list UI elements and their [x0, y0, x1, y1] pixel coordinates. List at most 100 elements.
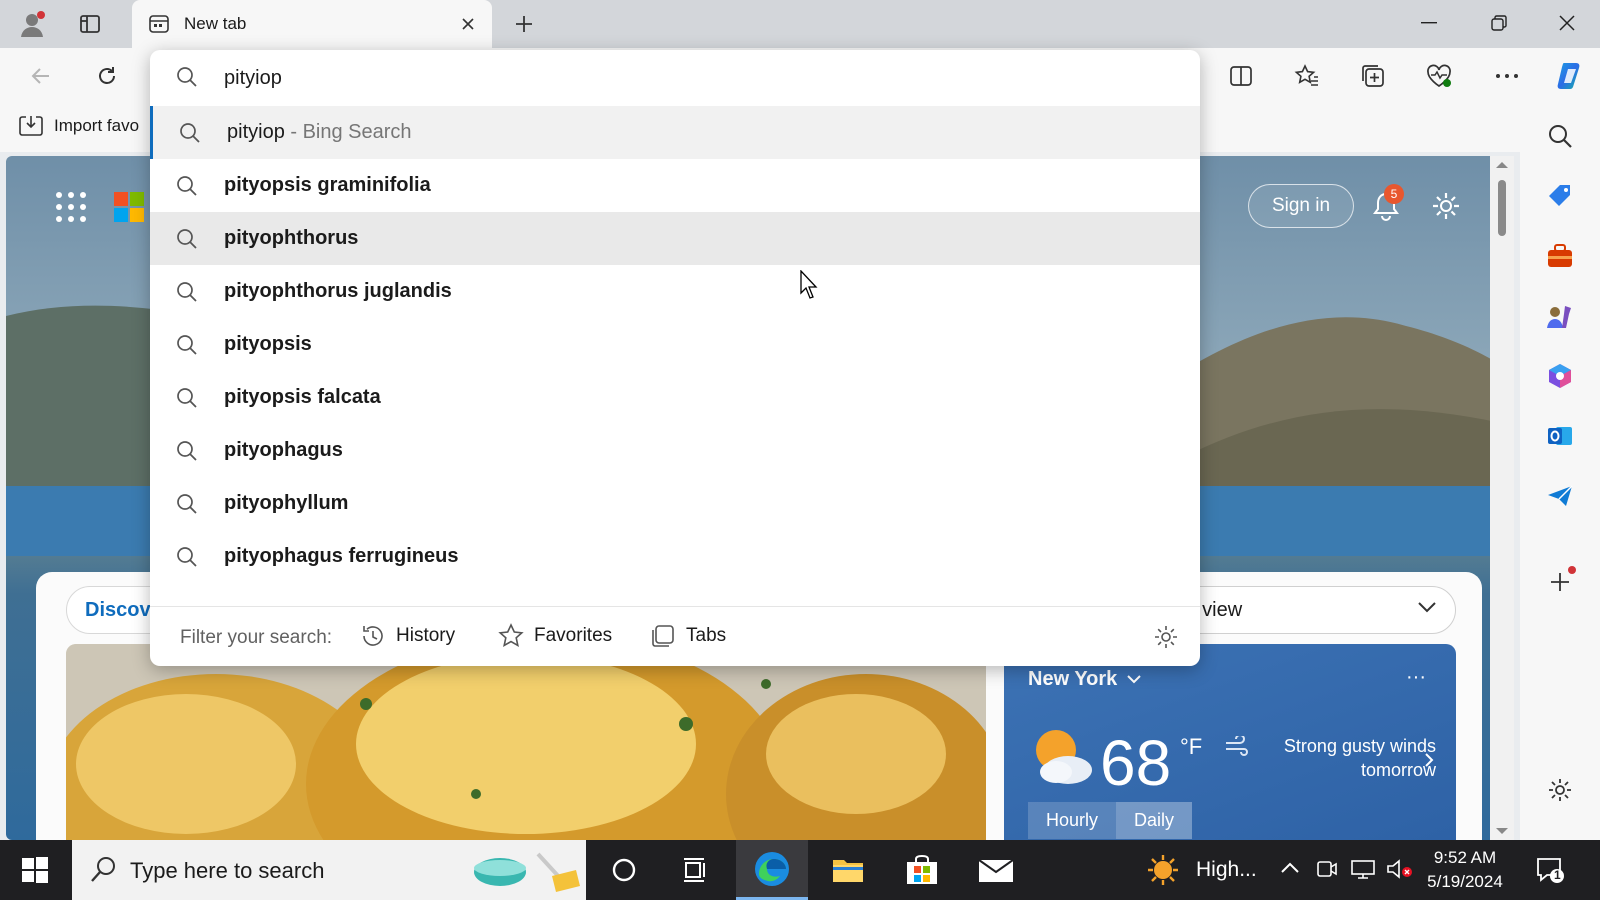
meet-now-icon[interactable]	[1316, 858, 1338, 880]
restore-button[interactable]	[1466, 0, 1532, 46]
suggestion-text: pityiop - Bing Search	[227, 121, 412, 144]
outlook-icon[interactable]	[1542, 418, 1578, 454]
task-view-icon[interactable]	[660, 840, 732, 900]
search-icon	[90, 856, 116, 884]
address-bar-input[interactable]	[224, 62, 1124, 94]
sign-in-button[interactable]: Sign in	[1248, 184, 1354, 228]
suggestion-source: - Bing Search	[284, 121, 412, 143]
search-icon	[176, 440, 198, 462]
clock-time: 9:52 AM	[1433, 848, 1497, 867]
system-clock[interactable]: 9:52 AM 5/19/2024	[1410, 846, 1520, 894]
suggestion-text: pityopsis graminifolia	[224, 174, 431, 196]
suggestion-item[interactable]: pityiop - Bing Search	[150, 106, 1200, 159]
star-icon	[498, 623, 524, 649]
action-center-icon[interactable]: 1	[1530, 852, 1570, 888]
suggestion-text: pityophthorus juglandis	[224, 280, 452, 302]
action-center-count: 1	[1554, 868, 1561, 882]
browser-essentials-icon[interactable]	[1420, 58, 1458, 94]
page-settings-icon[interactable]	[1426, 186, 1466, 226]
suggestion-item[interactable]: pityophthorus	[150, 212, 1200, 265]
copilot-icon[interactable]	[1552, 58, 1590, 94]
sidebar-settings-icon[interactable]	[1542, 772, 1578, 808]
minimize-button[interactable]	[1396, 0, 1462, 46]
import-favorites-label: Import favo	[54, 116, 140, 135]
taskbar-search[interactable]: Type here to search	[72, 840, 586, 900]
profile-icon[interactable]	[14, 8, 50, 40]
collections-icon[interactable]	[1354, 58, 1392, 94]
refresh-button[interactable]	[88, 58, 126, 94]
vertical-tabs-icon[interactable]	[72, 8, 108, 40]
weather-temperature: 68	[1100, 727, 1172, 799]
suggestion-item[interactable]: pityopsis	[150, 318, 1200, 371]
file-explorer-icon[interactable]	[812, 840, 884, 900]
search-settings-icon[interactable]	[1154, 625, 1178, 649]
split-screen-icon[interactable]	[1222, 58, 1260, 94]
address-bar[interactable]	[150, 50, 1200, 106]
search-icon[interactable]	[1542, 118, 1578, 154]
notifications-bell-icon[interactable]: 5	[1366, 184, 1406, 226]
suggestion-item[interactable]: pityophthorus juglandis	[150, 265, 1200, 318]
show-hidden-icons-chevron-icon[interactable]	[1280, 860, 1300, 874]
suggestion-item[interactable]: pityopsis graminifolia	[150, 159, 1200, 212]
suggestion-item[interactable]: pityophagus	[150, 424, 1200, 477]
filter-tabs-button[interactable]: Tabs	[650, 621, 726, 651]
tab-new-tab[interactable]: New tab	[132, 0, 492, 48]
partly-cloudy-icon	[1026, 722, 1096, 788]
suggestion-text: pityophagus ferrugineus	[224, 545, 459, 567]
tools-briefcase-icon[interactable]	[1542, 238, 1578, 274]
weather-unit: °F	[1180, 734, 1203, 759]
chevron-right-icon[interactable]	[1424, 752, 1434, 768]
chevron-down-icon	[1127, 675, 1142, 684]
back-button[interactable]	[22, 58, 60, 94]
games-icon[interactable]	[1542, 298, 1578, 334]
notification-dot	[1568, 566, 1576, 574]
filter-favorites-button[interactable]: Favorites	[498, 621, 612, 651]
suggestion-item[interactable]: pityophagus ferrugineus	[150, 530, 1200, 583]
suggestion-item[interactable]: pityophyllum	[150, 477, 1200, 530]
start-button[interactable]	[0, 840, 70, 900]
suggestion-item[interactable]: pityopsis falcata	[150, 371, 1200, 424]
search-icon	[176, 281, 198, 303]
chevron-down-icon	[1417, 601, 1437, 613]
edge-taskbar-icon[interactable]	[736, 840, 808, 900]
microsoft-365-icon[interactable]	[1542, 358, 1578, 394]
filter-history-button[interactable]: History	[360, 621, 455, 651]
close-window-button[interactable]	[1534, 0, 1600, 46]
page-scrollbar[interactable]	[1490, 156, 1514, 840]
weather-city[interactable]: New York	[1028, 668, 1142, 691]
news-card-image[interactable]	[66, 644, 986, 840]
shopping-tag-icon[interactable]	[1542, 178, 1578, 214]
close-tab-icon[interactable]	[458, 14, 478, 34]
weather-tabs: Hourly Daily	[1028, 802, 1193, 839]
filter-history-label: History	[396, 625, 456, 646]
edge-sidebar	[1520, 104, 1600, 840]
search-icon	[176, 493, 198, 515]
view-selector[interactable]: tial view	[1156, 586, 1456, 634]
wind-icon	[1224, 736, 1250, 756]
favorites-icon[interactable]	[1288, 58, 1326, 94]
mail-icon[interactable]	[960, 840, 1032, 900]
suggestion-text: pityopsis falcata	[224, 386, 381, 408]
network-icon[interactable]	[1350, 858, 1376, 880]
taskbar-search-placeholder: Type here to search	[130, 858, 325, 883]
microsoft-store-icon[interactable]	[886, 840, 958, 900]
app-launcher-icon[interactable]	[54, 190, 88, 224]
search-icon	[176, 175, 198, 197]
search-icon	[176, 228, 198, 250]
weather-tab-hourly[interactable]: Hourly	[1028, 802, 1117, 839]
cortana-icon[interactable]	[588, 840, 660, 900]
filter-tabs-label: Tabs	[686, 625, 727, 646]
search-icon	[176, 334, 198, 356]
import-favorites-button[interactable]: Import favo	[18, 114, 139, 138]
microsoft-logo	[114, 192, 144, 222]
more-menu-icon[interactable]	[1488, 58, 1526, 94]
weather-tab-daily[interactable]: Daily	[1116, 802, 1193, 839]
send-icon[interactable]	[1542, 478, 1578, 514]
weather-tray-icon[interactable]	[1146, 854, 1180, 886]
add-sidebar-app-icon[interactable]	[1542, 564, 1578, 600]
weather-card[interactable]: New York ··· 68 °F Strong gusty winds to…	[1004, 644, 1456, 840]
suggestion-text: pityopsis	[224, 333, 312, 355]
weather-tray-text[interactable]: High...	[1196, 858, 1257, 882]
weather-more-button[interactable]: ···	[1406, 666, 1426, 689]
new-tab-button[interactable]	[506, 8, 542, 40]
